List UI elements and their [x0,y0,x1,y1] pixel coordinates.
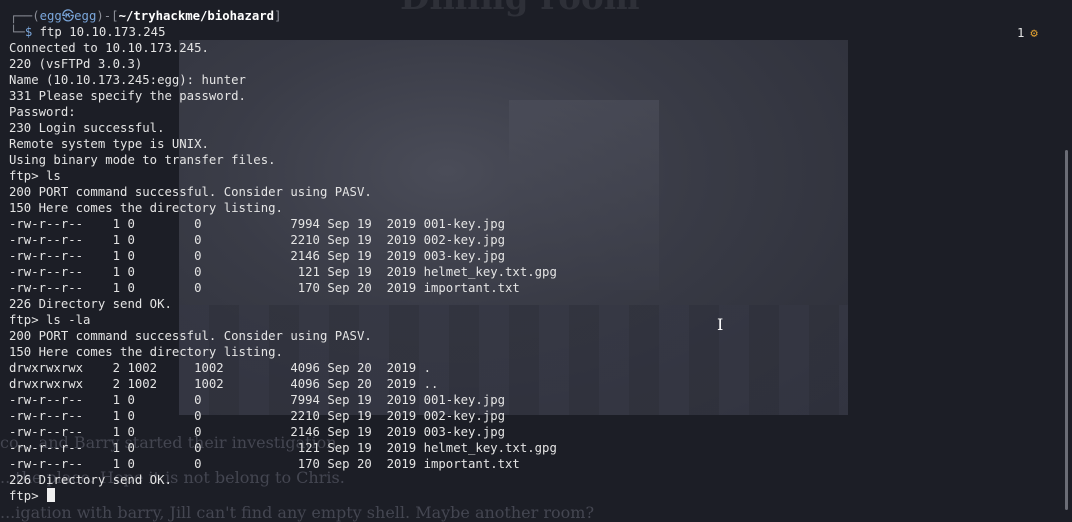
prompt-host: egg [74,9,97,23]
output-line: 226 Directory send OK. [9,297,172,311]
output-line: -rw-r--r-- 1 0 0 121 Sep 19 2019 helmet_… [9,265,557,279]
shell-prompt-header: ┌──(egg㉿egg)-[~/tryhackme/biohazard] [10,9,282,23]
prompt-at-symbol: ㉿ [61,9,75,23]
output-line: -rw-r--r-- 1 0 0 2210 Sep 19 2019 002-ke… [9,233,506,247]
output-line: -rw-r--r-- 1 0 0 7994 Sep 19 2019 001-ke… [9,393,506,407]
ftp-prompt: ftp> [9,489,47,503]
output-line: 150 Here comes the directory listing. [9,201,283,215]
output-line: -rw-r--r-- 1 0 0 121 Sep 19 2019 helmet_… [9,441,557,455]
output-line: 200 PORT command successful. Consider us… [9,329,372,343]
output-line: Name (10.10.173.245:egg): hunter [9,73,246,87]
shell-command: ftp 10.10.173.245 [39,25,166,39]
output-line: 230 Login successful. [9,121,165,135]
output-line: -rw-r--r-- 1 0 0 7994 Sep 19 2019 001-ke… [9,217,506,231]
output-line: -rw-r--r-- 1 0 0 170 Sep 20 2019 importa… [9,457,520,471]
gear-icon: ⚙ [1030,26,1038,40]
output-line: 226 Directory send OK. [9,473,172,487]
output-line: 220 (vsFTPd 3.0.3) [9,57,143,71]
terminal-output: Connected to 10.10.173.245. 220 (vsFTPd … [9,40,557,504]
output-line: ftp> ls -la [9,313,91,327]
output-line: Remote system type is UNIX. [9,137,209,151]
text-cursor[interactable] [47,488,56,502]
mouse-ibeam-cursor: I [717,315,724,334]
background-jobs-indicator: 1 ⚙ [1017,25,1038,41]
output-line: Password: [9,105,76,119]
shell-command-line: └─$ ftp 10.10.173.245 [10,25,166,39]
output-line: drwxrwxrwx 2 1002 1002 4096 Sep 20 2019 … [9,377,439,391]
terminal-scrollbar[interactable] [1065,150,1068,510]
output-line: -rw-r--r-- 1 0 0 170 Sep 20 2019 importa… [9,281,520,295]
prompt-user: egg [39,9,62,23]
prompt-cwd: ~/tryhackme/biohazard [118,9,275,23]
output-line: drwxrwxrwx 2 1002 1002 4096 Sep 20 2019 … [9,361,431,375]
output-line: 331 Please specify the password. [9,89,246,103]
output-line: -rw-r--r-- 1 0 0 2210 Sep 19 2019 002-ke… [9,409,506,423]
output-line: -rw-r--r-- 1 0 0 2146 Sep 19 2019 003-ke… [9,425,506,439]
output-line: -rw-r--r-- 1 0 0 2146 Sep 19 2019 003-ke… [9,249,506,263]
output-line: Connected to 10.10.173.245. [9,41,209,55]
output-line: 150 Here comes the directory listing. [9,345,283,359]
ftp-input-line[interactable]: ftp> [9,488,557,504]
terminal-window[interactable]: ┌──(egg㉿egg)-[~/tryhackme/biohazard] └─$… [0,0,1072,520]
output-line: 200 PORT command successful. Consider us… [9,185,372,199]
output-line: Using binary mode to transfer files. [9,153,276,167]
jobs-count: 1 [1017,26,1025,40]
output-line: ftp> ls [9,169,61,183]
